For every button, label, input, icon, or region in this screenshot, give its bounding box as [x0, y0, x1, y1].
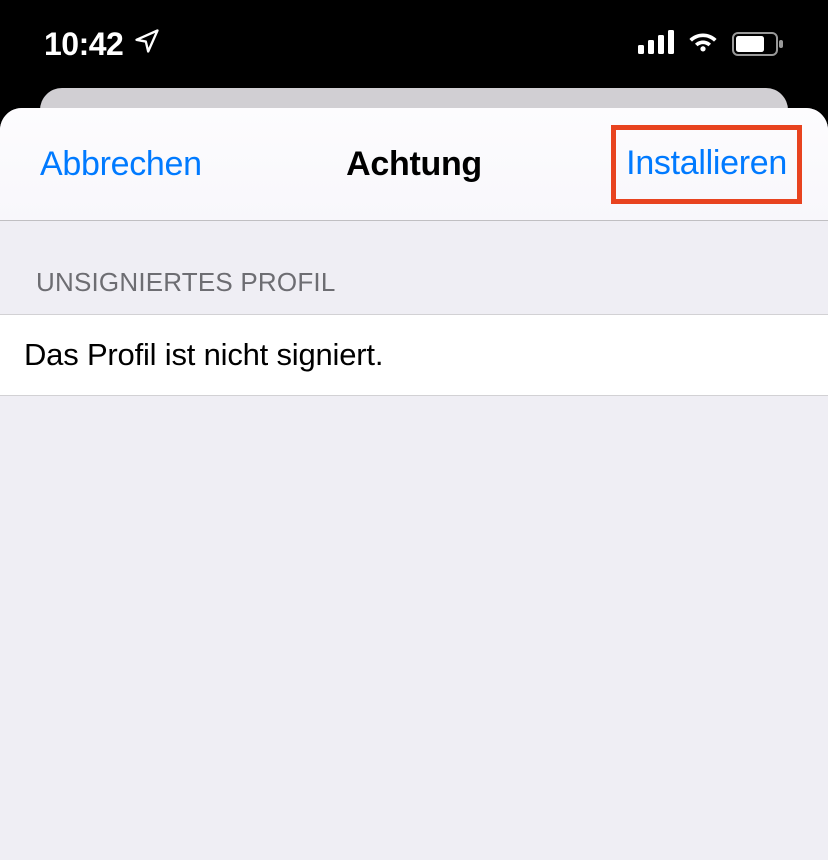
status-bar: 10:42	[0, 0, 828, 88]
profile-unsigned-message: Das Profil ist nicht signiert.	[0, 314, 828, 396]
wifi-icon	[686, 30, 720, 59]
modal-sheet: Abbrechen Achtung Installieren UNSIGNIER…	[0, 108, 828, 860]
status-time: 10:42	[44, 26, 123, 63]
status-bar-right	[638, 30, 784, 59]
sheet-content: UNSIGNIERTES PROFIL Das Profil ist nicht…	[0, 221, 828, 396]
cellular-icon	[638, 30, 674, 59]
install-button-highlight: Installieren	[611, 125, 802, 204]
section-header-unsigned: UNSIGNIERTES PROFIL	[0, 221, 828, 314]
location-icon	[133, 26, 161, 63]
status-bar-left: 10:42	[44, 26, 161, 63]
install-button[interactable]: Installieren	[626, 144, 787, 183]
battery-icon	[732, 32, 784, 56]
nav-bar: Abbrechen Achtung Installieren	[0, 108, 828, 221]
nav-title: Achtung	[346, 145, 482, 184]
cancel-button[interactable]: Abbrechen	[40, 145, 202, 184]
